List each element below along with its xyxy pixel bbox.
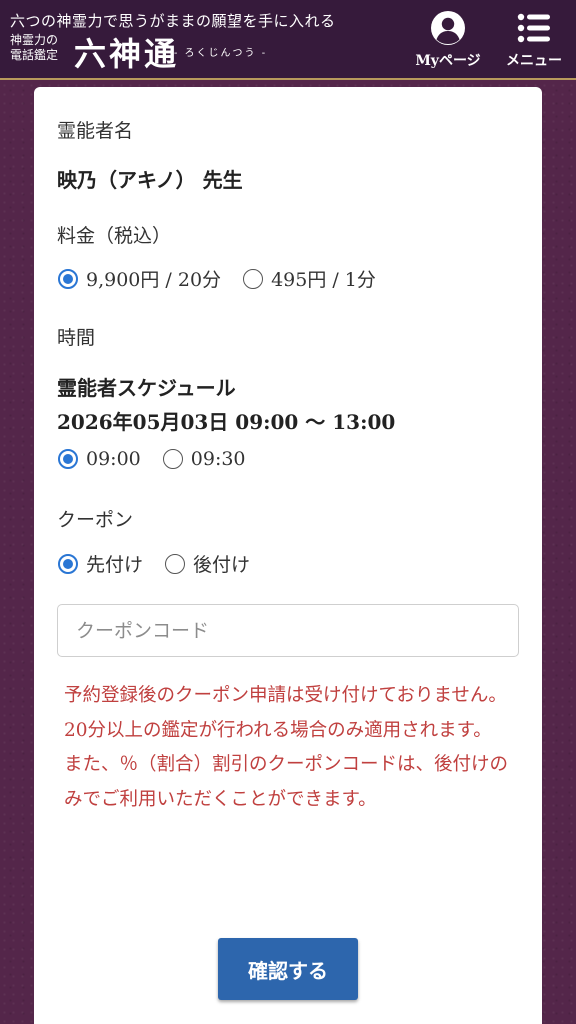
coupon-notice: 予約登録後のクーポン申請は受け付けておりません。 20分以上の鑑定が行われる場合…: [64, 679, 512, 817]
menu-button[interactable]: メニュー: [498, 10, 570, 72]
coupon-option-before[interactable]: 先付け: [58, 550, 143, 577]
fee-option-20min[interactable]: 9,900円 / 20分: [58, 265, 221, 292]
site-tagline: 六つの神霊力で思うがままの願望を手に入れる: [10, 12, 336, 30]
list-menu-icon: [517, 13, 550, 43]
coupon-option-after[interactable]: 後付け: [165, 550, 250, 577]
mypage-button[interactable]: Myページ: [412, 10, 484, 72]
schedule-range: 2026年05月03日 09:00 〜 13:00: [57, 410, 396, 434]
notice-line: 20分以上の鑑定が行われる場合のみ適用されます。: [64, 719, 492, 741]
psychic-name-value: 映乃（アキノ） 先生: [57, 168, 243, 192]
fee-label: 料金（税込）: [57, 225, 172, 247]
radio-checked-icon[interactable]: [58, 268, 78, 289]
radio-unchecked-icon[interactable]: [243, 268, 264, 289]
fee-option-1min[interactable]: 495円 / 1分: [243, 265, 376, 292]
reservation-form: 霊能者名 映乃（アキノ） 先生 料金（税込） 9,900円 / 20分 495円…: [34, 87, 542, 1024]
coupon-code-input[interactable]: [57, 604, 519, 657]
radio-checked-icon[interactable]: [58, 449, 78, 469]
user-circle-icon: [431, 11, 465, 45]
coupon-option-label: 先付け: [86, 554, 144, 576]
time-radio-group: 09:00 09:30: [58, 448, 268, 470]
schedule-title: 霊能者スケジュール: [57, 376, 236, 400]
radio-checked-icon[interactable]: [58, 553, 78, 574]
time-option-0930[interactable]: 09:30: [162, 448, 246, 470]
time-option-label: 09:30: [190, 448, 246, 470]
radio-unchecked-icon[interactable]: [162, 449, 183, 469]
notice-line: また、％（割合）割引のクーポンコードは、後付けのみでご利用いただくことができます…: [64, 754, 509, 810]
radio-unchecked-icon[interactable]: [165, 553, 186, 574]
coupon-option-label: 後付け: [193, 554, 251, 576]
fee-radio-group: 9,900円 / 20分 495円 / 1分: [58, 265, 398, 292]
logo-reading: - ろくじんつう -: [174, 48, 268, 59]
confirm-button[interactable]: 確認する: [218, 938, 358, 1000]
mypage-label: Myページ: [415, 53, 481, 69]
time-option-label: 09:00: [86, 448, 141, 470]
logo-subtitle: 神霊力の 電話鑑定: [10, 33, 59, 62]
site-logo[interactable]: 六神通: [74, 29, 179, 75]
fee-option-label: 495円 / 1分: [271, 269, 376, 291]
coupon-label: クーポン: [57, 509, 134, 531]
time-option-0900[interactable]: 09:00: [58, 448, 141, 470]
coupon-radio-group: 先付け 後付け: [58, 550, 272, 577]
fee-option-label: 9,900円 / 20分: [86, 269, 222, 291]
site-header: 六つの神霊力で思うがままの願望を手に入れる 神霊力の 電話鑑定 六神通 - ろく…: [0, 0, 576, 80]
notice-line: 予約登録後のクーポン申請は受け付けておりません。: [64, 685, 507, 706]
psychic-name-label: 霊能者名: [57, 120, 134, 142]
menu-label: メニュー: [506, 53, 562, 69]
time-label: 時間: [57, 327, 96, 349]
